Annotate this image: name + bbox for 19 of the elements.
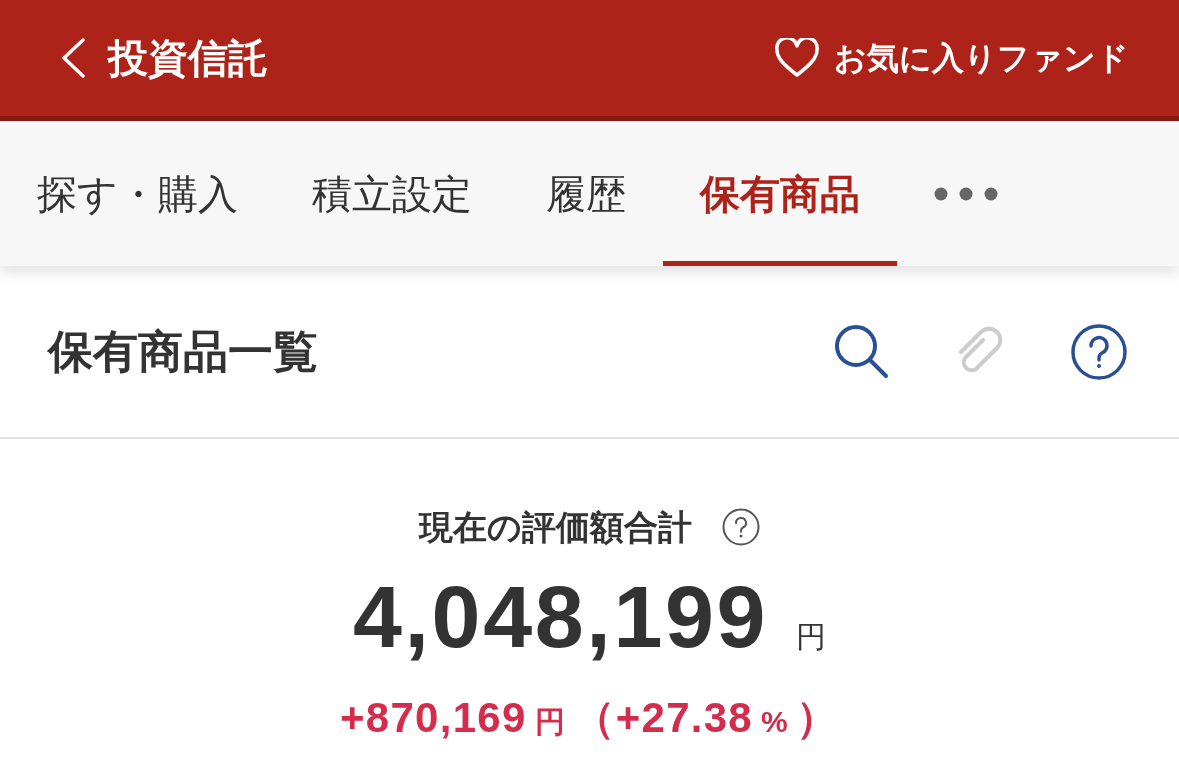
help-button[interactable]: [1071, 323, 1127, 380]
section-title: 保有商品一覧: [48, 329, 318, 374]
help-icon: [722, 508, 760, 546]
tab[interactable]: 履歴: [509, 121, 663, 266]
tab[interactable]: 探す・購入: [0, 121, 275, 266]
search-button[interactable]: [834, 324, 889, 379]
heart-icon: [774, 38, 820, 78]
back-button[interactable]: 投資信託: [60, 38, 268, 78]
more-dots-icon: [934, 186, 998, 201]
summary-label: 現在の評価額合計: [419, 510, 692, 544]
currency-unit: 円: [796, 622, 827, 652]
search-icon: [834, 324, 889, 379]
favorites-link[interactable]: お気に入りファンド: [774, 38, 1129, 78]
back-chevron-icon: [60, 38, 86, 78]
total-amount: 4,048,199: [352, 573, 769, 661]
gain-text: +870,169 円 （+27.38 % ）: [340, 697, 839, 739]
tab[interactable]: 保有商品: [663, 121, 897, 266]
help-icon: [1071, 323, 1127, 380]
tab[interactable]: 積立設定: [275, 121, 509, 266]
